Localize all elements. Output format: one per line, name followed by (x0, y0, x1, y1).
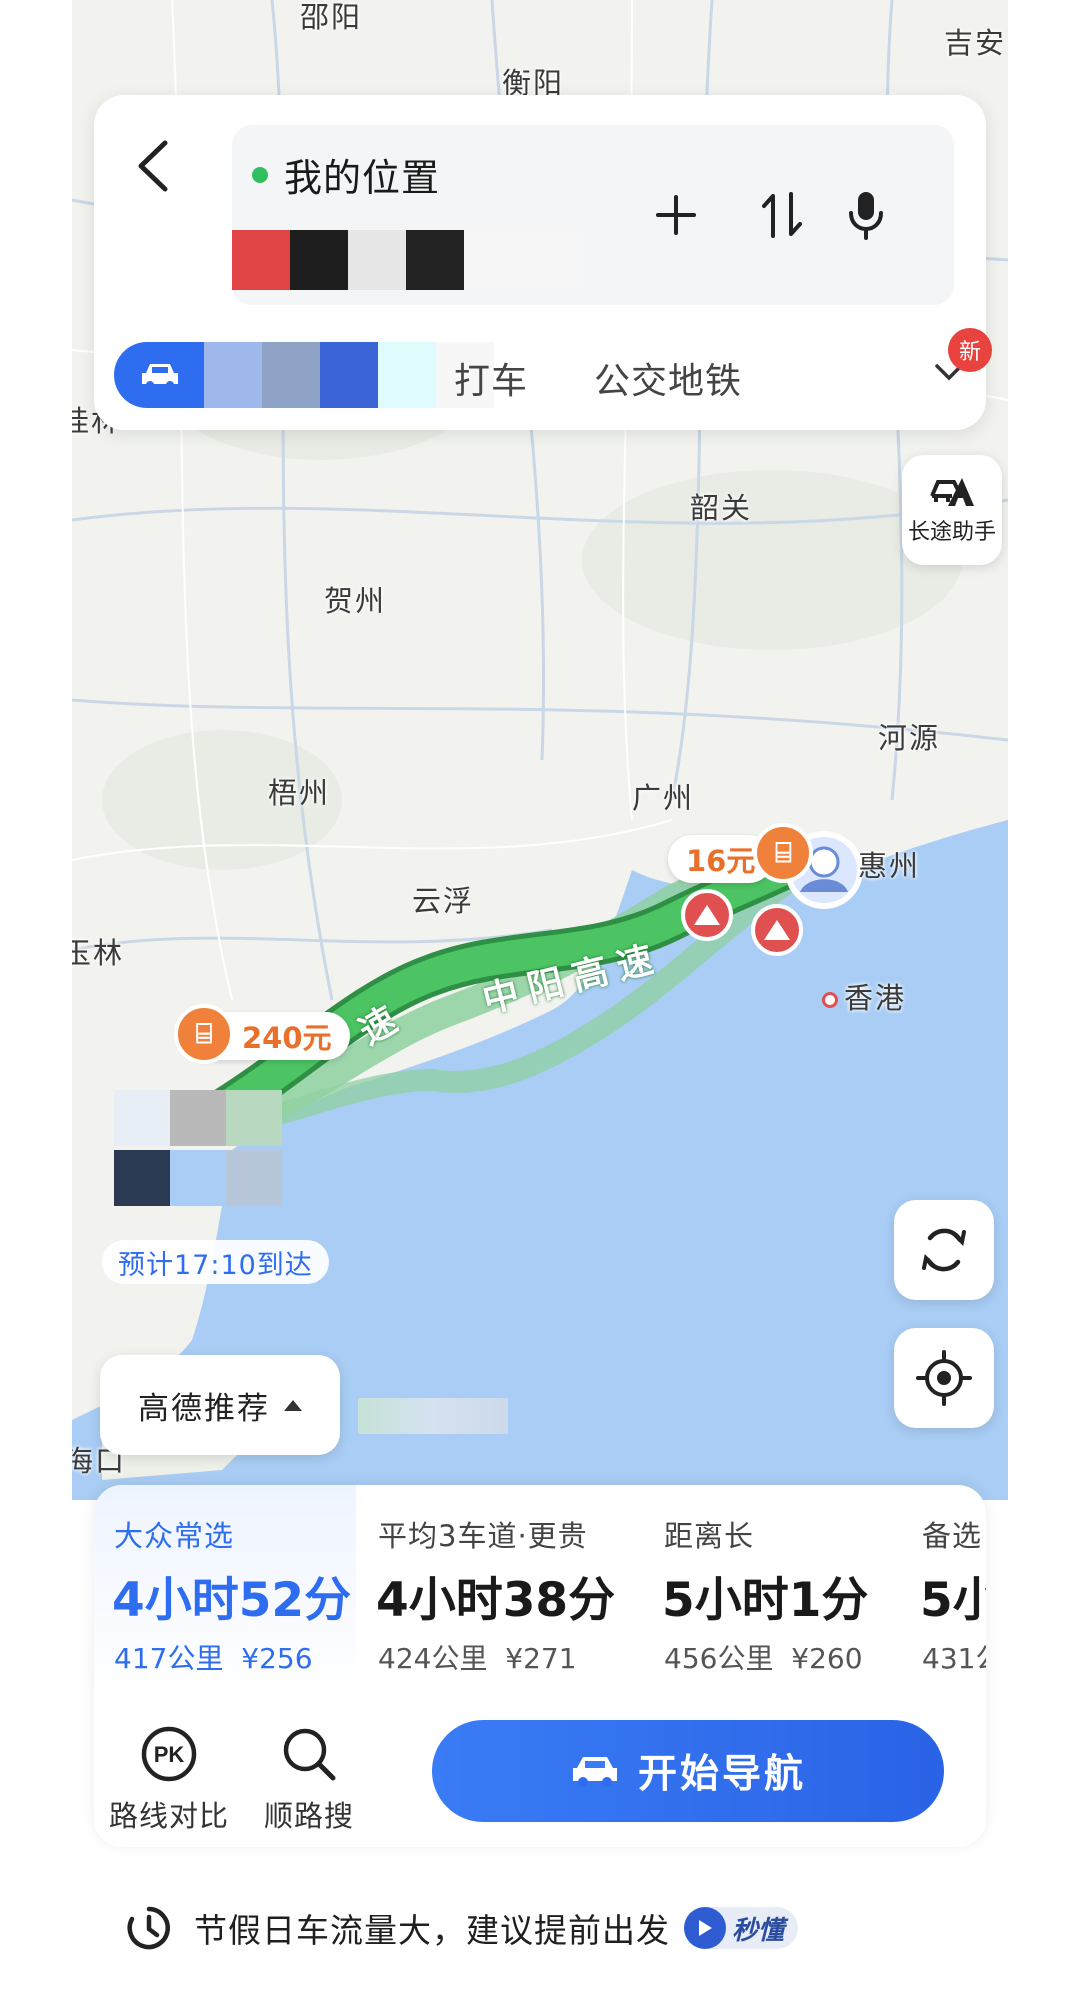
city-label: 贺州 (324, 584, 387, 618)
avatar-head (808, 846, 840, 878)
tab-taxi[interactable]: 打车 (454, 352, 528, 404)
route-option[interactable]: 平均3车道·更贵 4小时38分 424公里 ¥271 (358, 1485, 658, 1695)
toll-price-tag[interactable]: ⌸ 16元 (668, 823, 814, 883)
route-cost: ¥256 (241, 1642, 313, 1675)
start-navigation-label: 开始导航 (637, 1752, 806, 1797)
city-label: 吉安 (944, 26, 1007, 60)
origin-field[interactable]: 我的位置 (252, 147, 440, 202)
route-meta: 424公里 ¥271 (378, 1637, 577, 1677)
origin-text: 我的位置 (284, 156, 441, 200)
route-meta: 431公 (922, 1637, 986, 1677)
city-dot-icon (822, 992, 838, 1008)
toll-price: 240元 (242, 1021, 332, 1055)
route-search-card: 我的位置 打车 公交地铁 新 (94, 95, 992, 430)
route-option[interactable]: 距离长 5小时1分 456公里 ¥260 (644, 1485, 894, 1695)
tip-text: 节假日车流量大，建议提前出发 (194, 1911, 670, 1950)
holiday-tip-bar[interactable]: 节假日车流量大，建议提前出发 秒懂 (94, 1878, 986, 1978)
search-along-route-button[interactable]: 顺路搜 (244, 1725, 374, 1835)
car-icon (142, 364, 178, 389)
route-cost: ¥260 (791, 1642, 863, 1675)
city-label: 香港 (822, 975, 906, 1017)
city-label: 邵阳 (300, 0, 363, 34)
new-badge: 新 (948, 328, 992, 372)
route-distance: 424公里 (378, 1642, 488, 1675)
city-label: 河源 (878, 721, 941, 755)
toll-station-icon: ⌸ (753, 823, 814, 883)
route-option[interactable]: 备选 5小 431公 (902, 1485, 986, 1695)
voice-button[interactable] (836, 185, 896, 245)
route-distance: 417公里 (114, 1642, 224, 1675)
route-meta: 417公里 ¥256 (114, 1637, 313, 1677)
back-button[interactable] (122, 131, 182, 201)
clock-icon (127, 1906, 170, 1950)
route-label: 距离长 (664, 1519, 755, 1553)
route-label: 平均3车道·更贵 (378, 1519, 588, 1553)
locate-me-button[interactable] (894, 1328, 994, 1428)
search-along-route-label: 顺路搜 (263, 1799, 354, 1833)
route-duration: 4小时38分 (376, 1573, 616, 1628)
route-preference-label: 高德推荐 (138, 1390, 270, 1427)
car-icon (572, 1757, 617, 1787)
swap-icon (762, 192, 802, 238)
route-label: 备选 (922, 1519, 983, 1553)
destination-marker-blurred (114, 1090, 284, 1210)
eta-label: 预计17:10到达 (102, 1240, 329, 1284)
plus-icon (656, 195, 696, 235)
route-cost: ¥271 (505, 1642, 577, 1675)
blurred-overlay (358, 1398, 508, 1434)
locate-icon (916, 1350, 972, 1406)
route-options-panel: 大众常选 4小时52分 417公里 ¥256 平均3车道·更贵 4小时38分 4… (94, 1485, 986, 1847)
toll-station-icon: ⌸ (174, 1004, 234, 1064)
route-duration: 5小 (920, 1573, 986, 1628)
pk-icon: PK (141, 1726, 197, 1782)
toll-price: 16元 (686, 844, 756, 878)
toll-price-tag[interactable]: ⌸ 240元 (174, 1004, 350, 1064)
add-waypoint-button[interactable] (646, 185, 706, 245)
tab-transit[interactable]: 公交地铁 (594, 352, 742, 404)
city-label: 惠州 (858, 849, 921, 883)
route-duration: 4小时52分 (112, 1573, 352, 1628)
quick-explain-badge[interactable]: 秒懂 (684, 1907, 799, 1949)
svg-text:PK: PK (154, 1742, 185, 1767)
refresh-icon (922, 1228, 966, 1272)
back-arrow-icon (138, 140, 168, 192)
caret-up-icon (284, 1399, 302, 1411)
play-icon (684, 1907, 726, 1949)
destination-field-blurred[interactable] (232, 230, 584, 290)
route-distance: 456公里 (664, 1642, 774, 1675)
route-compare-button[interactable]: PK 路线对比 (104, 1725, 234, 1835)
route-input-box: 我的位置 (232, 125, 954, 305)
long-trip-assistant-button[interactable]: 长途助手 (902, 455, 1002, 565)
origin-dot-icon (252, 166, 268, 183)
long-trip-icon (930, 478, 974, 506)
search-icon (283, 1728, 336, 1781)
city-label: 广州 (632, 781, 695, 815)
city-label: 玉林 (72, 936, 125, 970)
city-label: 韶关 (690, 491, 753, 525)
route-distance: 431公 (922, 1642, 986, 1675)
quick-explain-label: 秒懂 (732, 1915, 785, 1946)
route-preference-button[interactable]: 高德推荐 (100, 1355, 340, 1455)
route-duration: 5小时1分 (662, 1573, 869, 1628)
refresh-route-button[interactable] (894, 1200, 994, 1300)
city-name: 香港 (844, 981, 907, 1015)
swap-button[interactable] (752, 185, 812, 245)
tab-label-blurred (204, 342, 494, 408)
city-label: 云浮 (412, 884, 475, 918)
long-trip-label: 长途助手 (907, 520, 996, 545)
microphone-icon (849, 192, 883, 240)
route-meta: 456公里 ¥260 (664, 1637, 863, 1677)
city-label: 梧州 (268, 776, 331, 810)
route-label: 大众常选 (114, 1519, 235, 1553)
route-option[interactable]: 大众常选 4小时52分 417公里 ¥256 (94, 1485, 356, 1695)
phone-screen: 邵阳 衡阳 吉安 桂林 韶关 贺州 河源 梧州 广州 惠州 云浮 玉林 香港 海… (72, 0, 1008, 1993)
travel-mode-tabs: 打车 公交地铁 新 (114, 328, 992, 410)
route-compare-label: 路线对比 (108, 1799, 229, 1833)
start-navigation-button[interactable]: 开始导航 (432, 1720, 944, 1822)
